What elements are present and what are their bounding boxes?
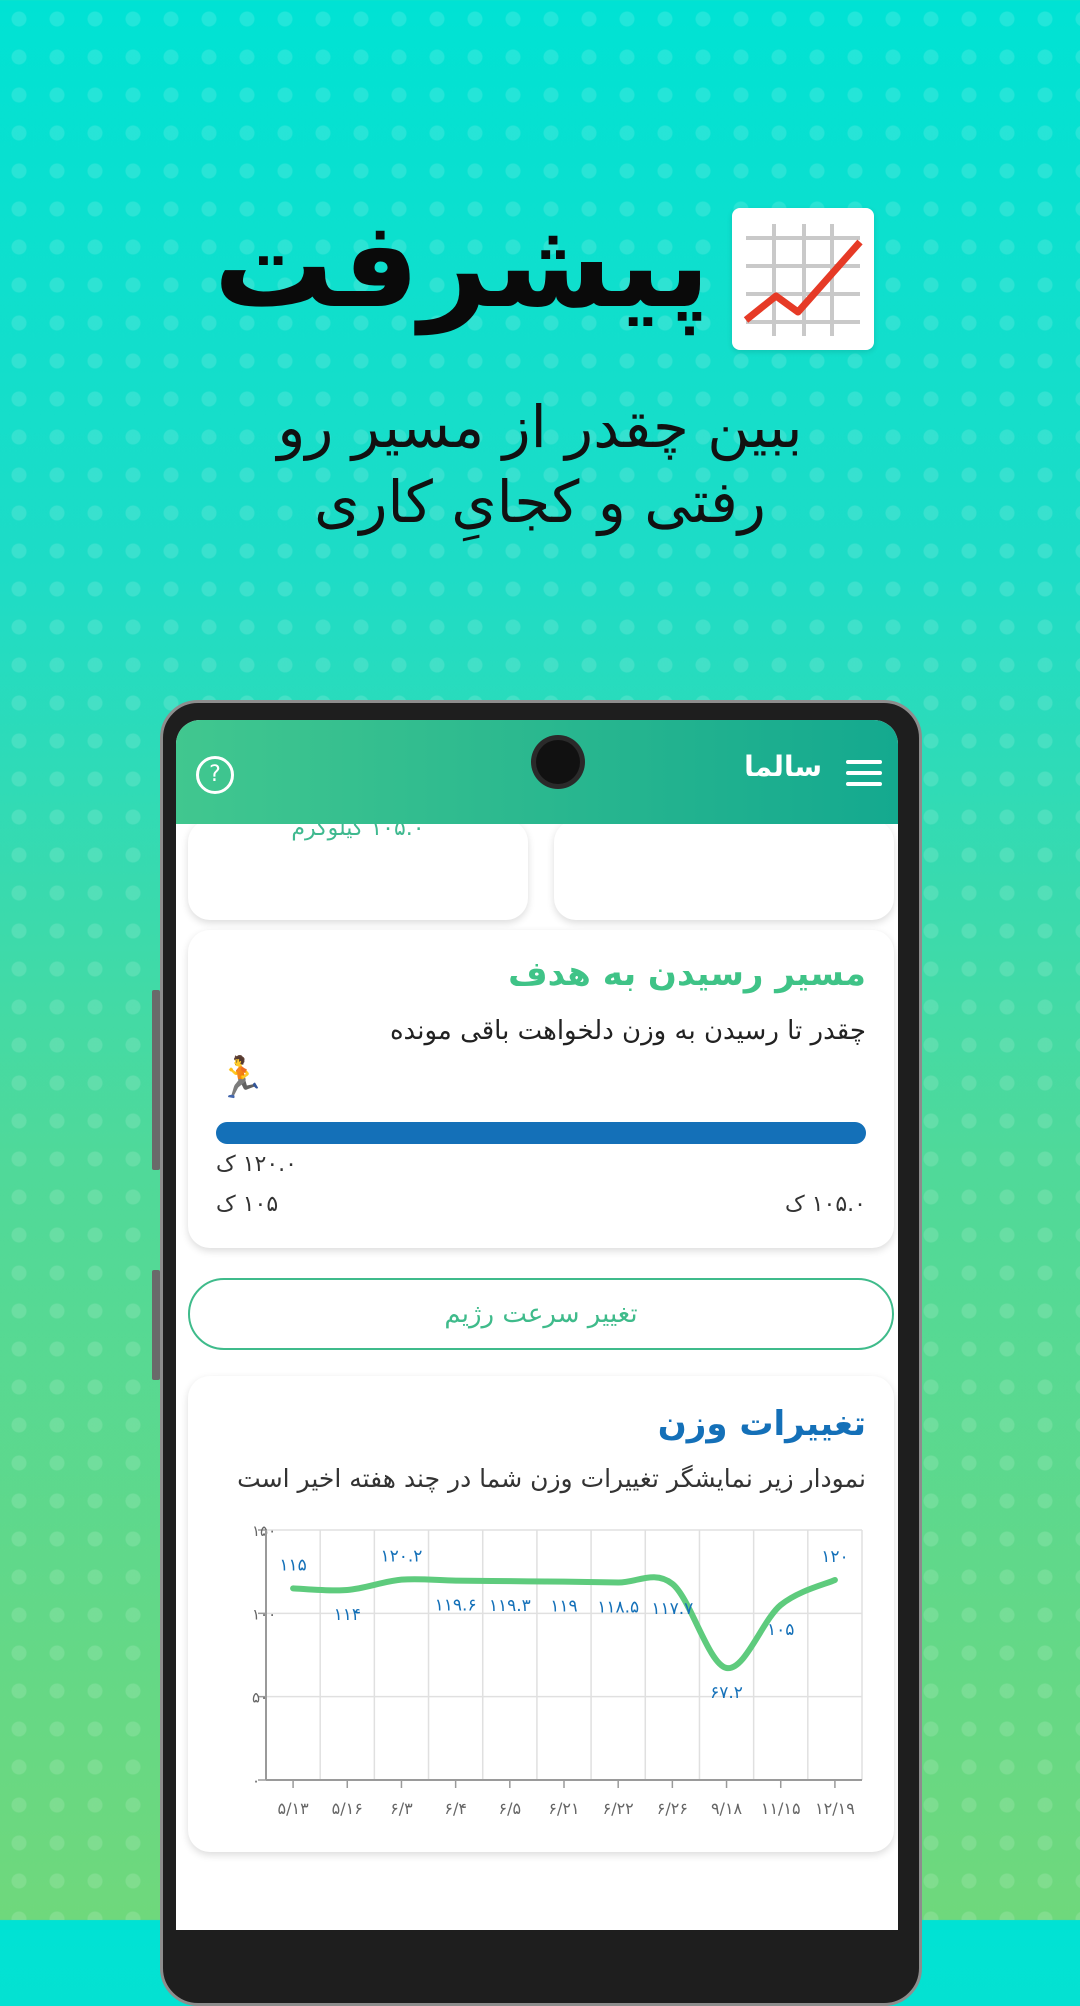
y-tick-label: ۱۰۰: [252, 1605, 276, 1623]
current-weight-label: ۱۲۰.۰ ک: [216, 1152, 297, 1177]
data-label: ۱۱۹.۶: [435, 1596, 477, 1616]
phone-side-button: [152, 990, 160, 1170]
weight-changes-card: تغییرات وزن نمودار زیر نمایشگر تغییرات و…: [188, 1376, 894, 1852]
x-tick-label: ۶/۲۲: [603, 1799, 634, 1818]
promo-header: پیشرفت ببین چقدر از مسیر رو رفتی و کجایِ…: [0, 0, 1080, 600]
data-label: ۱۱۷.۷: [651, 1599, 693, 1619]
x-tick-label: ۶/۳: [390, 1799, 413, 1818]
promo-subtitle-line2: رفتی و کجایِ کاری: [140, 465, 940, 540]
promo-subtitle: ببین چقدر از مسیر رو رفتی و کجایِ کاری: [140, 390, 940, 541]
x-tick-label: ۶/۵: [499, 1799, 522, 1818]
chart-increasing-icon: [732, 208, 874, 350]
goal-progress-bar: [216, 1122, 866, 1144]
runner-icon: 🏃: [216, 1054, 266, 1101]
goal-weight-label: ۱۰۵ ک: [216, 1192, 278, 1217]
x-tick-label: ۹/۱۸: [711, 1799, 743, 1818]
data-label: ۱۱۹: [550, 1597, 577, 1617]
data-label: ۱۱۴: [334, 1605, 361, 1625]
x-tick-label: ۶/۴: [444, 1799, 467, 1818]
app-bar: سالما ?: [176, 720, 898, 824]
promo-title: پیشرفت: [190, 200, 710, 332]
promo-subtitle-line1: ببین چقدر از مسیر رو: [140, 390, 940, 465]
goal-progress-fill: [216, 1122, 866, 1144]
top-card-weight[interactable]: ۱۰۵.۰ کیلوگرم: [188, 820, 528, 920]
data-label: ۱۱۹.۳: [489, 1596, 531, 1616]
data-label: ۱۰۵: [767, 1620, 794, 1640]
y-tick-label: ۱۵۰: [252, 1522, 276, 1540]
data-label: ۱۲۰.۲: [380, 1547, 422, 1567]
x-tick-label: ۶/۲۱: [548, 1799, 579, 1818]
y-tick-label: ۰: [252, 1772, 260, 1790]
phone-side-button: [152, 1270, 160, 1380]
top-card-secondary[interactable]: [554, 820, 894, 920]
front-camera: [536, 740, 580, 784]
x-tick-label: ۵/۱۶: [332, 1799, 363, 1818]
change-diet-speed-button[interactable]: تغییر سرعت رژیم: [188, 1278, 894, 1350]
help-icon[interactable]: ?: [196, 756, 234, 794]
data-label: ۱۲۰: [821, 1547, 848, 1567]
app-title: سالما: [744, 750, 822, 783]
data-label: ۱۱۵: [279, 1555, 306, 1575]
data-label: ۱۱۸.۵: [597, 1598, 639, 1618]
weight-line-chart: ۰۵۰۱۰۰۱۵۰۵/۱۳۵/۱۶۶/۳۶/۴۶/۵۶/۲۱۶/۲۲۶/۲۶۹/…: [188, 1376, 894, 1852]
x-tick-label: ۵/۱۳: [278, 1799, 310, 1818]
data-label: ۶۷.۲: [710, 1683, 743, 1703]
hamburger-menu-icon[interactable]: [846, 760, 882, 788]
goal-card-description: چقدر تا رسیدن به وزن دلخواهت باقی مونده: [390, 1016, 866, 1046]
x-tick-label: ۶/۲۶: [657, 1799, 688, 1818]
goal-card-title: مسیر رسیدن به هدف: [508, 954, 866, 994]
phone-screen: ۱۰۵.۰ کیلوگرم سالما ? مسیر رسیدن به هدف …: [176, 720, 898, 1930]
x-tick-label: ۱۱/۱۵: [761, 1799, 801, 1818]
x-tick-label: ۱۲/۱۹: [815, 1799, 855, 1818]
start-weight-label: ۱۰۵.۰ ک: [785, 1192, 866, 1217]
goal-progress-card: مسیر رسیدن به هدف چقدر تا رسیدن به وزن د…: [188, 930, 894, 1248]
